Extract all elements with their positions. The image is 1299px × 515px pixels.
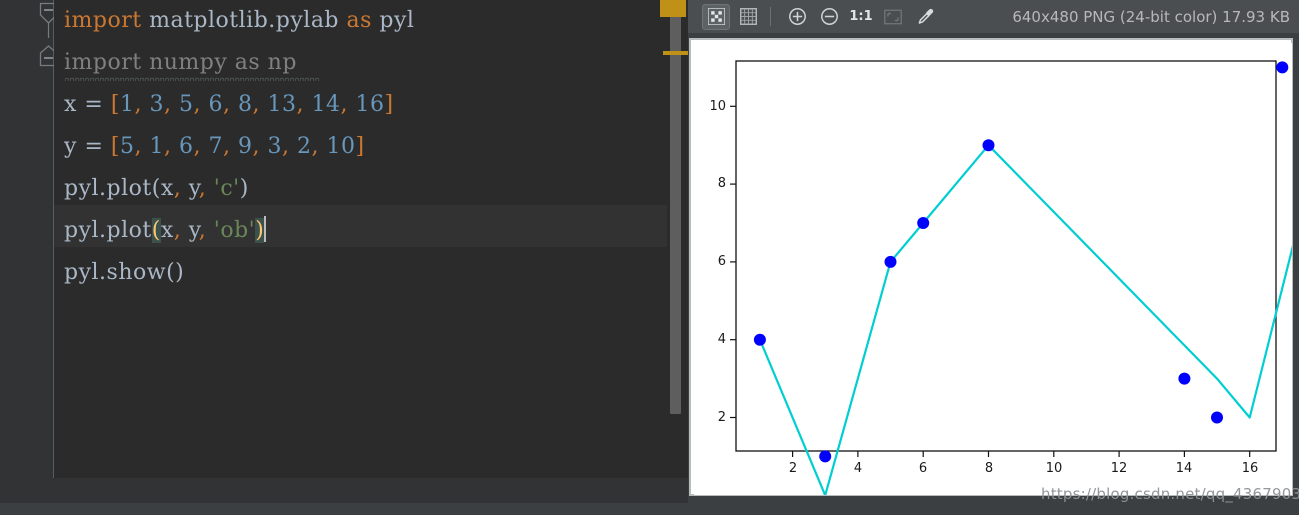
x-val-0: 1 (119, 92, 135, 117)
x-tick-label-7: 16 (1241, 461, 1259, 476)
image-viewer-pane: 1:1 640x480 PNG (24-bit color) 17.93 KB (688, 0, 1299, 503)
x-val-1: 3 (149, 92, 164, 117)
image-canvas[interactable]: 2 4 6 8 10 2 4 6 8 10 12 14 16 (694, 43, 1292, 495)
warning-marker-line2[interactable] (663, 51, 689, 55)
module-matplotlib-pylab: matplotlib.pylab (149, 8, 340, 33)
toolbar-separator (770, 7, 771, 26)
alias-pyl: pyl (379, 8, 415, 33)
fit-to-window-icon[interactable] (879, 4, 907, 30)
editor-bottom-bar (0, 478, 688, 503)
string-ob: 'ob' (213, 218, 256, 243)
code-text-area[interactable]: import matplotlib.pylab as pyl import nu… (54, 0, 688, 478)
x-tick-label-1: 4 (853, 461, 863, 476)
operator-equals-x: = (84, 92, 104, 117)
code-line-6[interactable]: pyl.plot(x, y, 'ob') (64, 210, 267, 252)
call-pyl-plot-1: pyl.plot (64, 176, 152, 201)
eyedropper-icon[interactable] (911, 4, 939, 30)
y-val-3: 7 (208, 134, 223, 159)
string-c: 'c' (213, 176, 240, 201)
checkerboard-icon[interactable] (702, 3, 730, 30)
x-tick-label-3: 8 (984, 461, 994, 476)
y-val-7: 10 (326, 134, 356, 159)
lbracket-x: [ (110, 92, 120, 117)
y-val-6: 2 (296, 134, 312, 159)
matched-rparen: ) (255, 218, 265, 243)
ide-status-bar (0, 503, 1299, 515)
matplotlib-figure (694, 43, 1292, 495)
file-info-text: 640x480 PNG (24-bit color) 17.93 KB (1012, 7, 1290, 26)
zoom-in-icon[interactable] (783, 4, 811, 30)
text-caret (264, 216, 267, 242)
x-tick-marks (791, 451, 1251, 457)
code-line-1[interactable]: import matplotlib.pylab as pyl (64, 0, 414, 42)
zoom-out-icon[interactable] (815, 4, 843, 30)
x-tick-label-4: 10 (1045, 461, 1063, 476)
lbracket-y: [ (110, 134, 120, 159)
code-line-7[interactable]: pyl.show() (64, 252, 184, 294)
x-val-2: 5 (178, 92, 194, 117)
grid-icon[interactable] (734, 4, 762, 30)
arg-x-1: x (160, 176, 174, 201)
y-tick-label-3: 8 (717, 176, 726, 191)
blog-watermark: https://blog.csdn.net/qq_43679030 (1041, 485, 1299, 503)
warning-stripe-indicator[interactable] (660, 0, 686, 17)
axes-frame (735, 60, 1277, 452)
y-tick-marks (730, 105, 736, 419)
viewer-toolbar: 1:1 640x480 PNG (24-bit color) 17.93 KB (688, 0, 1299, 33)
warning-squiggle-underline (65, 76, 319, 81)
arg-y-2: y (188, 218, 199, 243)
screenshot-root: import matplotlib.pylab as pyl import nu… (0, 0, 1299, 515)
operator-equals-y: = (84, 134, 104, 159)
unused-import-numpy: import numpy as np (64, 50, 297, 75)
arg-x-2: x (160, 218, 174, 243)
y-val-0: 5 (119, 134, 135, 159)
y-tick-label-1: 4 (717, 332, 726, 347)
code-line-5[interactable]: pyl.plot(x, y, 'c') (64, 168, 249, 210)
editor-gutter[interactable] (0, 0, 54, 478)
y-val-5: 3 (267, 134, 282, 159)
code-line-4[interactable]: y = [5, 1, 6, 7, 9, 3, 2, 10] (64, 126, 365, 168)
x-tick-label-0: 2 (788, 461, 798, 476)
keyword-import: import (64, 8, 142, 33)
x-val-6: 14 (311, 92, 341, 117)
x-val-3: 6 (208, 92, 223, 117)
x-val-5: 13 (267, 92, 297, 117)
variable-x: x (64, 92, 77, 117)
call-pyl-plot-2: pyl.plot (64, 218, 152, 243)
y-val-4: 9 (237, 134, 253, 159)
rbracket-y: ] (355, 134, 365, 159)
x-val-4: 8 (237, 92, 253, 117)
editor-scrollbar-thumb[interactable] (670, 14, 681, 414)
x-tick-label-6: 14 (1175, 461, 1193, 476)
y-tick-label-0: 2 (717, 410, 726, 425)
matched-lparen: ( (151, 218, 161, 243)
call-pyl-show: pyl.show (64, 260, 167, 285)
rbracket-x: ] (384, 92, 394, 117)
code-line-3[interactable]: x = [1, 3, 5, 6, 8, 13, 14, 16] (64, 84, 394, 126)
x-tick-label-2: 6 (918, 461, 928, 476)
arg-y-1: y (188, 176, 199, 201)
x-tick-label-5: 12 (1110, 461, 1128, 476)
keyword-as: as (346, 8, 372, 33)
one-to-one-icon[interactable]: 1:1 (847, 4, 875, 30)
y-val-1: 1 (149, 134, 164, 159)
code-editor-pane[interactable]: import matplotlib.pylab as pyl import nu… (0, 0, 689, 515)
image-canvas-frame: 2 4 6 8 10 2 4 6 8 10 12 14 16 (689, 38, 1293, 496)
y-val-2: 6 (178, 134, 194, 159)
code-line-2[interactable]: import numpy as np (64, 42, 319, 84)
x-val-7: 16 (355, 92, 385, 117)
variable-y: y (64, 134, 77, 159)
y-tick-label-4: 10 (709, 99, 726, 114)
y-tick-label-2: 6 (717, 254, 726, 269)
one-to-one-label: 1:1 (849, 9, 873, 24)
viewer-vertical-scrollbar[interactable] (1293, 38, 1299, 496)
